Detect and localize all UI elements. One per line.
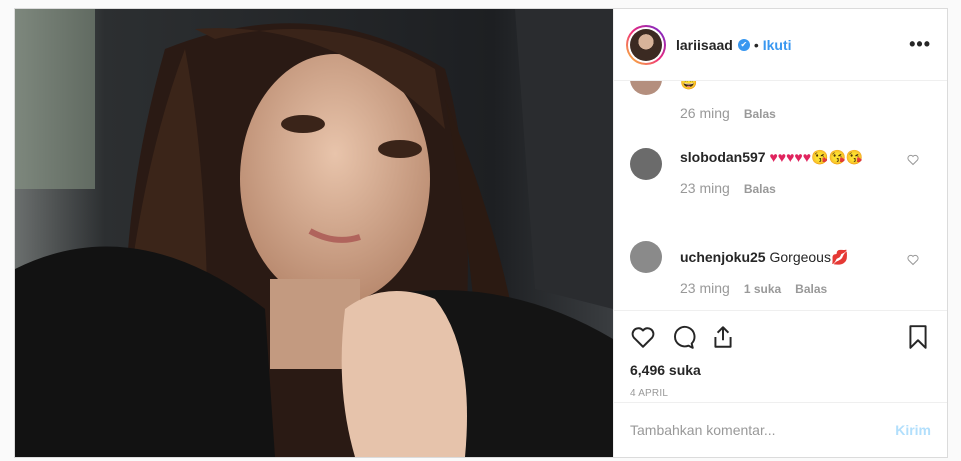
comment-likes[interactable]: 1 suka [744,282,781,296]
comment-meta: 23 ming 1 suka Balas [680,280,931,296]
verified-badge-icon: ✔ [737,38,750,51]
post-card: lariisaad ✔ • Ikuti ••• 😄 26 ming Balas … [14,8,948,458]
post-sidebar: lariisaad ✔ • Ikuti ••• 😄 26 ming Balas … [613,9,947,457]
author-avatar[interactable] [626,24,666,65]
comment-item: slobodan597 ♥♥♥♥♥😘😘😘 23 ming Balas [630,148,931,196]
comment-text: 😄 [680,81,698,90]
commenter-avatar[interactable] [630,81,662,95]
comment-text: Gorgeous💋 [769,249,849,265]
comment-meta: 23 ming Balas [680,180,931,196]
like-comment-heart-icon[interactable] [907,254,919,266]
post-photo[interactable] [15,9,613,457]
reply-button[interactable]: Balas [795,282,827,296]
bookmark-icon[interactable] [905,324,931,350]
share-icon[interactable] [710,324,736,350]
reply-button[interactable]: Balas [744,107,776,121]
post-header: lariisaad ✔ • Ikuti ••• [614,9,947,81]
comment-item: 😄 26 ming Balas [630,81,931,121]
commenter-username[interactable]: uchenjoku25 [680,249,766,265]
comment-time[interactable]: 26 ming [680,105,730,121]
commenter-avatar[interactable] [630,148,662,180]
like-comment-heart-icon[interactable] [907,154,919,166]
comment-body: uchenjoku25 Gorgeous💋 [680,241,931,266]
comment-composer: Tambahkan komentar... Kirim [614,402,947,457]
comments-list[interactable]: 😄 26 ming Balas slobodan597 ♥♥♥♥♥😘😘😘 23 … [614,81,947,310]
follow-button[interactable]: Ikuti [763,37,792,53]
selfie-image [15,9,613,457]
comment-meta: 26 ming Balas [680,105,931,121]
heart-icon[interactable] [630,324,656,350]
comment-icon[interactable] [670,324,696,350]
comment-input[interactable]: Tambahkan komentar... [630,422,776,438]
commenter-avatar[interactable] [630,241,662,273]
more-icon[interactable]: ••• [909,34,931,55]
reply-button[interactable]: Balas [744,182,776,196]
separator-dot: • [753,36,759,53]
comment-time[interactable]: 23 ming [680,180,730,196]
comment-body: slobodan597 ♥♥♥♥♥😘😘😘 [680,148,931,166]
likes-count[interactable]: 6,496 suka [614,362,947,378]
comment-time[interactable]: 23 ming [680,280,730,296]
post-date[interactable]: 4 APRIL [614,378,947,399]
action-bar [614,310,947,362]
comment-item: uchenjoku25 Gorgeous💋 23 ming 1 suka Bal… [630,241,931,296]
send-button[interactable]: Kirim [895,422,931,438]
author-username[interactable]: lariisaad [676,37,733,53]
commenter-username[interactable]: slobodan597 [680,149,766,165]
comment-text: ♥♥♥♥♥😘😘😘 [769,149,864,165]
